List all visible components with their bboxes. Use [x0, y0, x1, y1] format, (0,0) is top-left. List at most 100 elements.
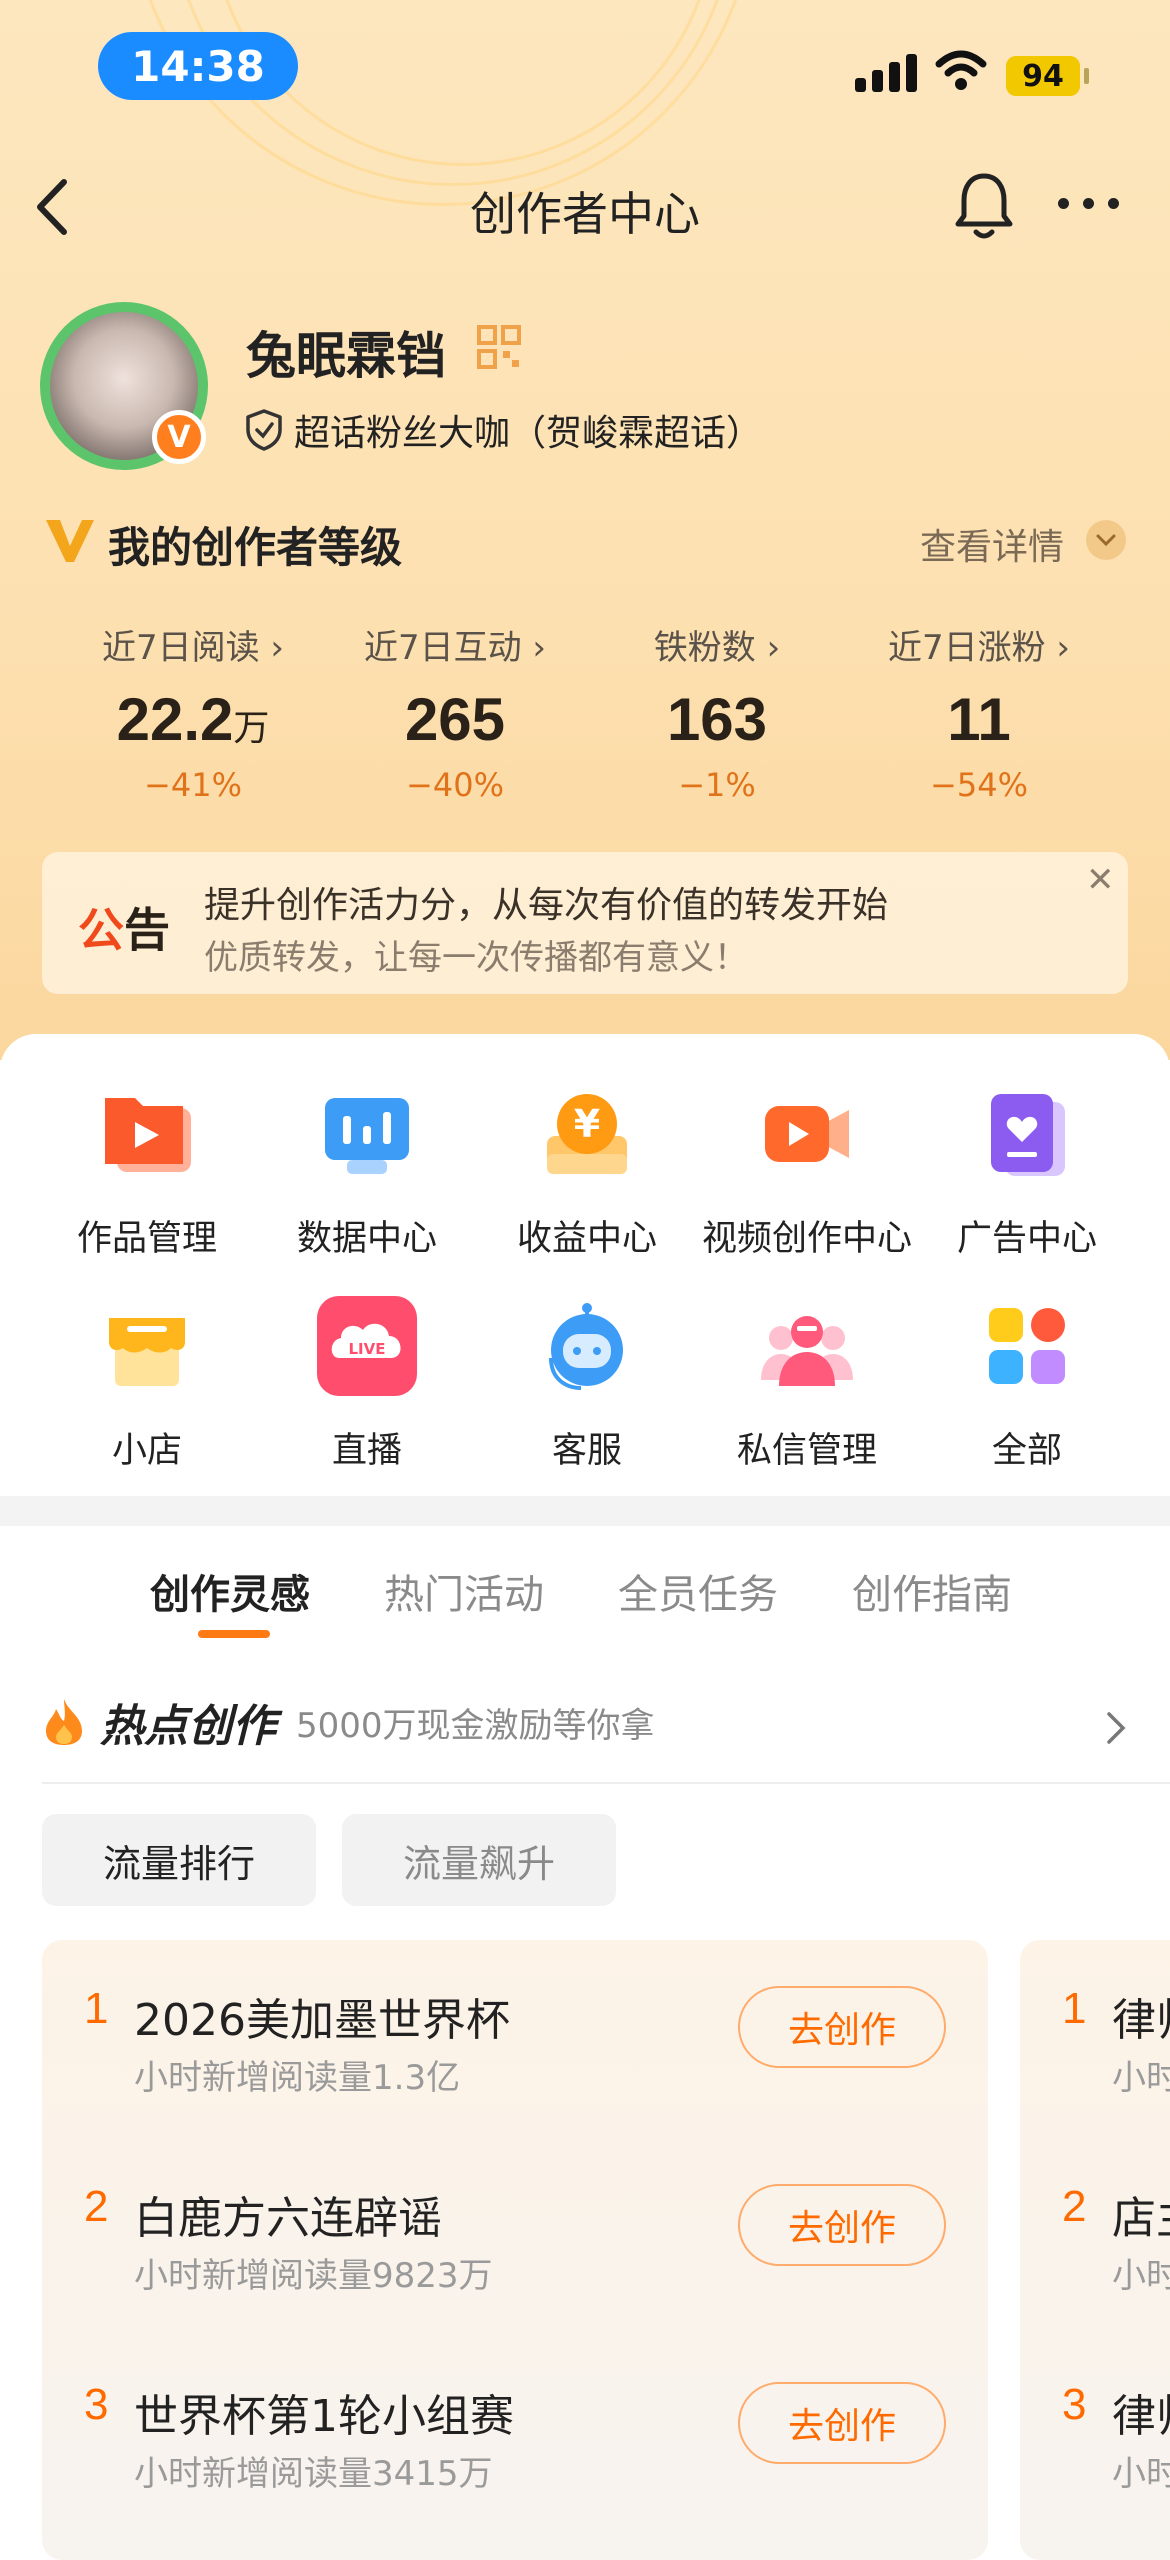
stat-change: −40% [406, 766, 504, 804]
topic-title: 律师 [1112, 2391, 1170, 2442]
grid-item-video[interactable]: 视频创作中心 [692, 1084, 922, 1261]
grid-item-label: 视频创作中心 [701, 1219, 912, 1259]
topic-stat: 小时 [1112, 2256, 1170, 2296]
shop-icon [109, 1318, 185, 1386]
service-icon [549, 1303, 623, 1390]
grid-item-label: 私信管理 [736, 1431, 877, 1471]
filter-traffic-rank[interactable]: 流量排行 [42, 1814, 316, 1906]
stat-value: 163 [666, 686, 768, 753]
more-icon[interactable] [1058, 198, 1119, 209]
message-icon [761, 1316, 853, 1386]
create-button[interactable]: 去创作 [738, 1986, 946, 2068]
shield-icon [246, 409, 282, 451]
grid-item-label: 数据中心 [296, 1219, 437, 1259]
trending-card-next[interactable]: 1 律师 小时 2 店主 小时 3 律师 小时 [1020, 1940, 1170, 2560]
grid-item-live[interactable]: LIVE 直播 [252, 1296, 482, 1473]
stat-iron-fans[interactable]: 铁粉数 › 163 −1% [572, 620, 862, 804]
wifi-icon [935, 50, 987, 90]
ad-icon [991, 1094, 1065, 1176]
stat-label: 近7日阅读 [101, 628, 260, 668]
battery-cap [1084, 68, 1089, 84]
stat-change: −41% [144, 766, 242, 804]
grid-item-label: 小店 [111, 1431, 182, 1471]
tab-inspiration[interactable]: 创作灵感 [150, 1562, 310, 1620]
grid-item-income[interactable]: ¥ 收益中心 [472, 1084, 702, 1261]
stat-interactions[interactable]: 近7日互动 › 265 −40% [310, 620, 600, 804]
fan-tag-label: 超话粉丝大咖（贺峻霖超话） [294, 413, 763, 454]
rank-number: 2 [84, 2182, 109, 2231]
trending-card: 1 2026美加墨世界杯 小时新增阅读量1.3亿 去创作 2 白鹿方六连辟谣 小… [42, 1940, 988, 2560]
all-icon [989, 1308, 1065, 1384]
topic-title: 2026美加墨世界杯 [134, 1995, 510, 2046]
hot-creation-header[interactable]: 热点创作 5000万现金激励等你拿 [42, 1690, 655, 1754]
topic-stat: 小时新增阅读量9823万 [134, 2256, 493, 2296]
divider [42, 1782, 1170, 1784]
topic-title: 店主 [1112, 2193, 1170, 2244]
tab-indicator [198, 1630, 270, 1638]
qr-code-icon[interactable] [476, 324, 522, 370]
grid-item-works[interactable]: 作品管理 [32, 1084, 262, 1261]
grid-item-all[interactable]: 全部 [912, 1296, 1142, 1473]
stat-change: −54% [930, 766, 1028, 804]
grid-item-shop[interactable]: 小店 [32, 1296, 262, 1473]
svg-text:¥: ¥ [574, 1102, 600, 1146]
section-divider [0, 1496, 1170, 1526]
grid-item-label: 客服 [551, 1431, 622, 1471]
stat-unit: 万 [233, 707, 270, 748]
flame-icon [46, 1699, 82, 1745]
stat-new-fans[interactable]: 近7日涨粉 › 11 −54% [834, 620, 1124, 804]
battery-indicator: 94 [1006, 56, 1080, 96]
level-v-icon [46, 520, 94, 562]
announcement-label: 公告 [78, 903, 170, 957]
video-icon [765, 1106, 849, 1162]
topic-title: 白鹿方六连辟谣 [134, 2193, 442, 2244]
close-icon[interactable]: ✕ [1086, 860, 1115, 900]
live-icon: LIVE [317, 1296, 417, 1396]
tab-all-tasks[interactable]: 全员任务 [618, 1562, 778, 1620]
grid-item-data[interactable]: 数据中心 [252, 1084, 482, 1261]
grid-item-label: 直播 [331, 1431, 402, 1471]
tools-panel: 作品管理 数据中心 ¥ 收益中心 视频创作中心 广告中心 小店 LIVE 直播 … [0, 1034, 1170, 1496]
rank-number: 2 [1062, 2182, 1087, 2231]
announcement-banner[interactable]: 公告 提升创作活力分，从每次有价值的转发开始 优质转发，让每一次传播都有意义！ … [42, 852, 1128, 994]
grid-item-service[interactable]: 客服 [472, 1296, 702, 1473]
view-details-link[interactable]: 查看详情 [920, 518, 1064, 570]
fan-tag[interactable]: 超话粉丝大咖（贺峻霖超话） [244, 404, 762, 456]
live-badge-text: LIVE [349, 1340, 386, 1358]
data-icon [325, 1098, 409, 1174]
topic-stat: 小时新增阅读量1.3亿 [134, 2058, 461, 2098]
topic-title: 律师 [1112, 1995, 1170, 2046]
hot-creation-title: 热点创作 [100, 1701, 276, 1752]
create-button[interactable]: 去创作 [738, 2382, 946, 2464]
grid-item-label: 作品管理 [76, 1219, 217, 1259]
topic-stat: 小时 [1112, 2454, 1170, 2494]
stat-value: 265 [404, 686, 506, 753]
grid-item-label: 收益中心 [516, 1219, 657, 1259]
tab-guide[interactable]: 创作指南 [852, 1562, 1012, 1620]
chevron-right-icon[interactable] [1104, 1708, 1128, 1748]
cellular-signal-icon [855, 54, 917, 92]
filter-traffic-rising[interactable]: 流量飙升 [342, 1814, 616, 1906]
grid-item-label: 广告中心 [956, 1219, 1097, 1259]
stat-label: 近7日互动 [363, 628, 522, 668]
bell-icon[interactable] [952, 170, 1016, 242]
announcement-title: 提升创作活力分，从每次有价值的转发开始 [204, 885, 889, 926]
rank-number: 3 [84, 2380, 109, 2429]
creator-level-title: 我的创作者等级 [108, 523, 403, 572]
grid-item-label: 全部 [991, 1431, 1062, 1471]
stat-reads[interactable]: 近7日阅读 › 22.2万 −41% [48, 620, 338, 804]
rank-number: 1 [84, 1984, 109, 2033]
works-icon [105, 1098, 191, 1172]
chevron-down-icon[interactable] [1086, 520, 1126, 560]
grid-item-messages[interactable]: 私信管理 [692, 1296, 922, 1473]
stat-label: 近7日涨粉 [887, 628, 1046, 668]
stat-value: 22.2 [116, 686, 234, 753]
grid-item-ads[interactable]: 广告中心 [912, 1084, 1142, 1261]
topic-stat: 小时 [1112, 2058, 1170, 2098]
create-button[interactable]: 去创作 [738, 2184, 946, 2266]
verified-badge: V [152, 410, 206, 464]
stat-change: −1% [678, 766, 756, 804]
tab-hot-events[interactable]: 热门活动 [384, 1562, 544, 1620]
stat-value: 11 [947, 686, 1011, 753]
income-icon: ¥ [547, 1094, 627, 1174]
